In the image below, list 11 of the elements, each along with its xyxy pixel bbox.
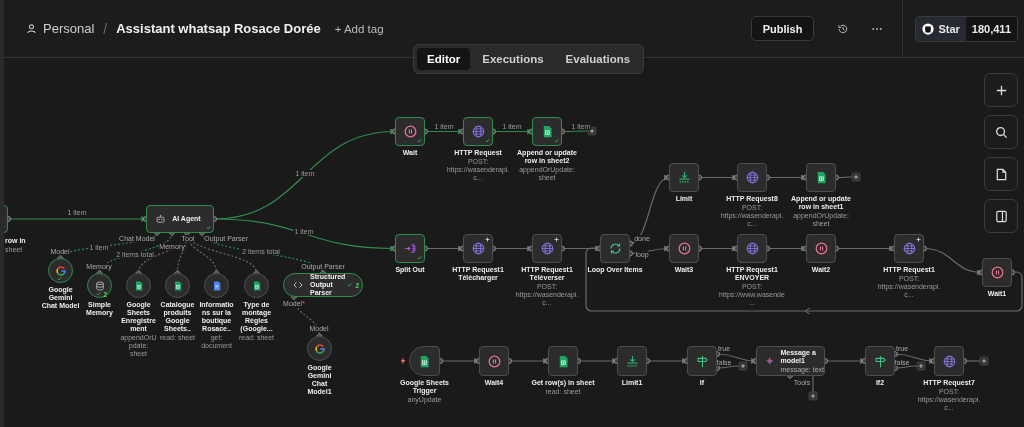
view-tab[interactable]: Executions	[472, 48, 554, 70]
star-count: 180,411	[965, 16, 1017, 41]
star-label: Star	[938, 22, 960, 35]
add-tag-button[interactable]: + Add tag	[334, 22, 384, 35]
publish-button[interactable]: Publish	[750, 16, 815, 41]
view-tab[interactable]: Editor	[417, 48, 471, 70]
workflow-title[interactable]: Assistant whatsap Rosace Dorée	[116, 21, 321, 36]
project-link[interactable]: Personal	[43, 21, 95, 36]
github-star-button[interactable]: Star 180,411	[915, 15, 1018, 42]
view-tab[interactable]: Evaluations	[555, 48, 641, 70]
breadcrumb-separator: /	[103, 20, 108, 37]
